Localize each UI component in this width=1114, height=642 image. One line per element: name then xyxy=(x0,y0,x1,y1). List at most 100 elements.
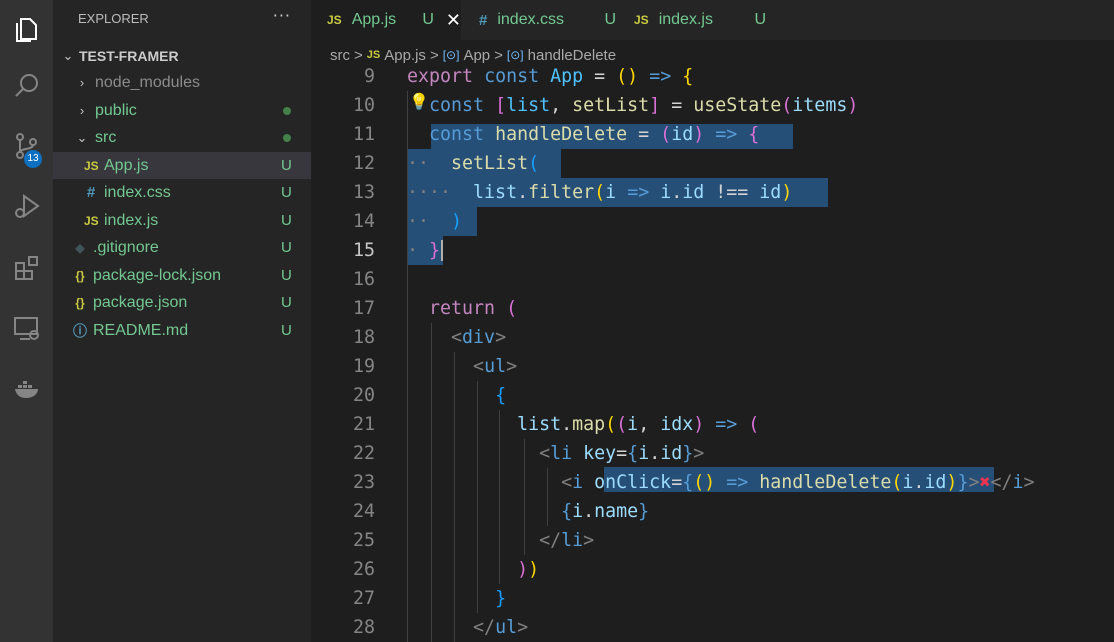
line-number: 13 xyxy=(352,182,375,203)
line-number: 11 xyxy=(352,124,375,145)
tree-item-gitignore[interactable]: ◆ .gitignore U xyxy=(53,234,311,261)
chevron-right-icon: › xyxy=(79,103,85,118)
docker-icon[interactable] xyxy=(0,366,53,410)
tree-item-index-css[interactable]: # index.css U xyxy=(53,179,311,206)
breadcrumb-separator: > xyxy=(354,46,363,64)
breadcrumb-symbol-app[interactable]: App xyxy=(463,47,490,64)
code-line: 21 list.map((i, idx) => ( xyxy=(311,410,1114,439)
line-number: 14 xyxy=(352,211,375,232)
line-number: 24 xyxy=(352,501,375,522)
code-text: <li key={i.id}> xyxy=(539,443,705,464)
code-text: list.map((i, idx) => ( xyxy=(517,414,760,435)
code-line: 14 ·· ) xyxy=(311,207,1114,236)
breadcrumb-symbol-handledelete[interactable]: handleDelete xyxy=(528,47,616,64)
untracked-badge: U xyxy=(422,11,434,28)
more-actions-icon[interactable]: ··· xyxy=(273,6,291,25)
code-text: ·· setList( xyxy=(407,153,540,174)
code-text: return ( xyxy=(429,298,518,319)
code-line: 12 ·· setList( xyxy=(311,149,1114,178)
code-line: 10 const [list, setList] = useState(item… xyxy=(311,91,1114,120)
code-editor[interactable]: 💡 9 export const App = () => { 10 const … xyxy=(311,62,1114,642)
code-line: 24 {i.name} xyxy=(311,497,1114,526)
symbol-variable-icon: [⊙] xyxy=(506,48,524,62)
javascript-file-icon: JS xyxy=(84,158,99,173)
remote-explorer-icon[interactable] xyxy=(0,306,53,350)
code-line: 16 xyxy=(311,265,1114,294)
line-number: 23 xyxy=(352,472,375,493)
tree-item-node-modules[interactable]: › node_modules xyxy=(53,69,311,96)
code-line: 18 <div> xyxy=(311,323,1114,352)
untracked-badge: U xyxy=(281,212,292,229)
extensions-icon[interactable] xyxy=(0,246,53,290)
code-text: <ul> xyxy=(473,356,518,377)
json-file-icon: {} xyxy=(75,268,85,283)
untracked-badge: U xyxy=(281,157,292,174)
tree-item-app-js[interactable]: JS App.js U xyxy=(53,152,311,179)
javascript-file-icon: JS xyxy=(366,49,381,61)
activity-bar: 13 xyxy=(0,0,53,642)
tree-item-label: public xyxy=(95,101,137,119)
tree-item-label: package-lock.json xyxy=(93,266,222,284)
info-file-icon: ⓘ xyxy=(73,322,87,339)
code-line: 9 export const App = () => { xyxy=(311,62,1114,91)
symbol-variable-icon: [⊙] xyxy=(442,48,460,62)
breadcrumb-folder[interactable]: src xyxy=(330,47,350,64)
code-line: 17 return ( xyxy=(311,294,1114,323)
line-number: 26 xyxy=(352,559,375,580)
chevron-right-icon: › xyxy=(79,75,85,90)
tab-index-js[interactable]: JS index.js U xyxy=(616,0,766,40)
modified-dot-icon xyxy=(281,102,311,119)
tree-item-label: index.js xyxy=(104,211,159,229)
untracked-badge: U xyxy=(754,11,766,28)
code-text: <div> xyxy=(451,327,507,348)
tree-item-index-js[interactable]: JS index.js U xyxy=(53,207,311,234)
code-text: } xyxy=(495,588,507,609)
tree-item-readme[interactable]: ⓘ README.md U xyxy=(53,317,311,344)
tab-app-js[interactable]: JS App.js U ✕ xyxy=(311,0,461,40)
line-number: 12 xyxy=(352,153,375,174)
chevron-down-icon: ⌄ xyxy=(62,47,74,63)
tree-item-label: App.js xyxy=(104,156,149,174)
run-debug-icon[interactable] xyxy=(0,184,53,228)
line-number: 21 xyxy=(352,414,375,435)
code-line: 15 · } xyxy=(311,236,1114,265)
tree-item-label: .gitignore xyxy=(93,238,159,256)
close-icon[interactable]: ✕ xyxy=(446,10,461,31)
code-line: 28 </ul> xyxy=(311,613,1114,642)
code-line: 22 <li key={i.id}> xyxy=(311,439,1114,468)
tab-index-css[interactable]: # index.css U xyxy=(461,0,616,40)
line-number: 16 xyxy=(352,269,375,290)
search-icon[interactable] xyxy=(0,64,53,108)
line-number: 17 xyxy=(352,298,375,319)
tree-item-label: node_modules xyxy=(95,73,200,91)
line-number: 22 xyxy=(352,443,375,464)
git-file-icon: ◆ xyxy=(75,240,85,255)
code-line: 19 <ul> xyxy=(311,352,1114,381)
untracked-badge: U xyxy=(281,184,292,201)
tree-item-package-lock-json[interactable]: {} package-lock.json U xyxy=(53,262,311,289)
breadcrumb-file[interactable]: App.js xyxy=(384,47,426,64)
code-text: const handleDelete = (id) => { xyxy=(429,124,760,145)
json-file-icon: {} xyxy=(75,295,85,310)
workspace-root[interactable]: ⌄ TEST-FRAMER xyxy=(53,42,311,69)
chevron-down-icon: ⌄ xyxy=(76,129,88,145)
breadcrumb-separator: > xyxy=(494,46,503,64)
explorer-title: EXPLORER xyxy=(78,11,149,26)
tree-item-package-json[interactable]: {} package.json U xyxy=(53,289,311,316)
code-text: export const App = () => { xyxy=(407,66,694,87)
javascript-file-icon: JS xyxy=(327,13,342,27)
css-file-icon: # xyxy=(86,184,96,201)
explorer-icon[interactable] xyxy=(0,6,53,50)
code-text: · } xyxy=(407,236,455,265)
tree-item-label: README.md xyxy=(93,321,189,339)
code-line: 25 </li> xyxy=(311,526,1114,555)
code-text: ·· ) xyxy=(407,211,463,232)
css-file-icon: # xyxy=(479,11,488,29)
tab-label: App.js xyxy=(351,11,397,28)
line-number: 10 xyxy=(352,95,375,116)
code-line: 23 <i onClick={() => handleDelete(i.id)}… xyxy=(311,468,1114,497)
tab-label: index.js xyxy=(658,11,713,28)
tree-item-public[interactable]: › public xyxy=(53,97,311,124)
tree-item-src[interactable]: ⌄ src xyxy=(53,124,311,151)
line-number: 25 xyxy=(352,530,375,551)
